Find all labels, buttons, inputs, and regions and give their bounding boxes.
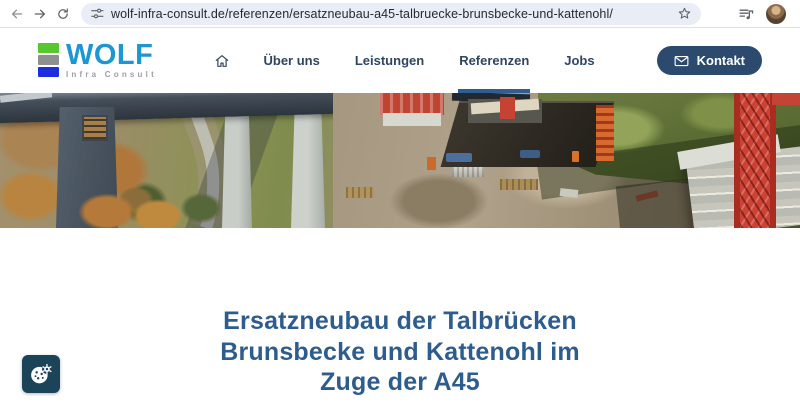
red-formwork bbox=[380, 93, 444, 115]
url-text[interactable]: wolf-infra-consult.de/referenzen/ersatzn… bbox=[104, 7, 677, 21]
orange-barrel bbox=[572, 151, 579, 162]
pier-opening bbox=[82, 115, 108, 141]
tower-crane bbox=[734, 93, 776, 228]
material-stack bbox=[452, 167, 484, 177]
back-icon bbox=[10, 7, 24, 21]
orange-equipment bbox=[427, 157, 436, 170]
logo[interactable]: WOLF Infra Consult bbox=[38, 42, 157, 80]
stair-tower bbox=[596, 105, 614, 161]
site-header: WOLF Infra Consult Über uns Leistungen R… bbox=[0, 28, 800, 93]
media-controls-icon[interactable] bbox=[738, 6, 755, 22]
reload-button[interactable] bbox=[54, 5, 72, 23]
browser-toolbar: wolf-infra-consult.de/referenzen/ersatzn… bbox=[0, 0, 800, 28]
crane-mast bbox=[500, 97, 515, 119]
home-icon bbox=[214, 53, 230, 69]
site-settings-icon[interactable] bbox=[90, 7, 104, 20]
envelope-icon bbox=[674, 55, 689, 67]
nav-item-ueber-uns[interactable]: Über uns bbox=[263, 28, 321, 93]
main-nav: Über uns Leistungen Referenzen Jobs Kont… bbox=[214, 28, 763, 93]
nav-item-leistungen[interactable]: Leistungen bbox=[354, 28, 425, 93]
profile-avatar[interactable] bbox=[766, 4, 786, 24]
hero-construction-photo bbox=[0, 93, 800, 228]
forward-icon bbox=[33, 7, 47, 21]
blue-tarp bbox=[446, 153, 472, 162]
reload-icon bbox=[56, 7, 70, 21]
address-bar[interactable]: wolf-infra-consult.de/referenzen/ersatzn… bbox=[81, 3, 701, 25]
crane-part bbox=[772, 93, 800, 105]
logo-squares-icon bbox=[38, 43, 59, 77]
forward-button[interactable] bbox=[31, 5, 49, 23]
page-title: Ersatzneubau der Talbrücken Brunsbecke u… bbox=[200, 306, 600, 398]
kontakt-label: Kontakt bbox=[697, 53, 745, 68]
nav-home-link[interactable] bbox=[214, 53, 230, 69]
logo-title: WOLF bbox=[66, 42, 157, 69]
pallet bbox=[500, 179, 538, 190]
browser-window: wolf-infra-consult.de/referenzen/ersatzn… bbox=[0, 0, 800, 409]
back-button[interactable] bbox=[8, 5, 26, 23]
autumn-trees bbox=[78, 188, 223, 228]
nav-item-referenzen[interactable]: Referenzen bbox=[458, 28, 530, 93]
blue-tarp bbox=[520, 150, 540, 158]
kontakt-button[interactable]: Kontakt bbox=[657, 46, 762, 75]
concrete-wall bbox=[383, 113, 441, 126]
toolbar-right-cluster bbox=[738, 4, 786, 24]
cookie-gear-icon bbox=[28, 361, 54, 387]
pallet bbox=[346, 187, 374, 198]
logo-subtitle: Infra Consult bbox=[66, 70, 157, 79]
cookie-settings-button[interactable] bbox=[22, 355, 60, 393]
bookmark-star-icon[interactable] bbox=[677, 6, 692, 21]
nav-item-jobs[interactable]: Jobs bbox=[563, 28, 595, 93]
